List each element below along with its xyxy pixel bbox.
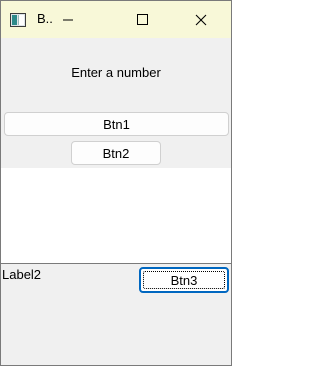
- app-icon-left-pane: [12, 15, 17, 25]
- maximize-icon: [137, 14, 148, 25]
- title-bar[interactable]: B..: [1, 1, 231, 38]
- prompt-label: Enter a number: [71, 65, 161, 80]
- btn1-label: Btn1: [103, 116, 130, 132]
- maximize-button[interactable]: [119, 1, 165, 38]
- minimize-button[interactable]: [45, 1, 91, 38]
- btn2-label: Btn2: [102, 145, 130, 161]
- btn2-button[interactable]: Btn2: [71, 141, 161, 165]
- text-area[interactable]: [1, 168, 231, 264]
- app-window: B.. Enter a number Btn1 Btn2 Label2 Btn3: [0, 0, 232, 366]
- app-window-icon[interactable]: [10, 13, 26, 27]
- btn1-button[interactable]: Btn1: [4, 112, 229, 136]
- btn3-label: Btn3: [170, 272, 198, 288]
- close-icon: [195, 14, 207, 26]
- label2: Label2: [2, 267, 42, 282]
- btn3-button[interactable]: Btn3: [139, 267, 229, 293]
- minimize-icon: [63, 19, 73, 21]
- close-button[interactable]: [177, 1, 223, 38]
- app-icon-right-pane: [18, 15, 24, 25]
